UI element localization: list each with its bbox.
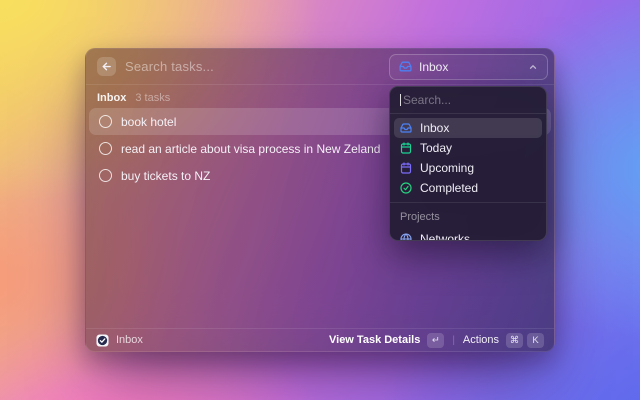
calendar-icon [400,142,412,154]
task-count: 3 tasks [135,92,170,104]
task-checkbox[interactable] [99,115,112,128]
task-search-window: Search tasks... Inbox Inbox 3 tasks book… [85,48,555,352]
task-checkbox[interactable] [99,169,112,182]
actions-menu-action[interactable]: Actions [463,334,499,346]
enter-key-badge: ↵ [427,333,444,348]
task-checkbox[interactable] [99,142,112,155]
projects-list: Networks [390,225,546,241]
current-view-label: Inbox [116,334,143,346]
filter-selected-value: Inbox [419,60,448,74]
filter-dropdown-button[interactable]: Inbox [389,54,548,80]
check-circle-icon [400,182,412,194]
dropdown-item-networks[interactable]: Networks [394,229,542,241]
dropdown-search-input[interactable]: Search... [390,87,546,114]
command-key-badge: ⌘ [506,333,523,348]
text-cursor [400,94,401,106]
inbox-icon [400,122,412,134]
arrow-left-icon [101,61,112,72]
back-button[interactable] [97,57,116,76]
filter-dropdown-panel: Search... Inbox Today [389,86,547,241]
list-title: Inbox [97,92,126,104]
dropdown-item-upcoming[interactable]: Upcoming [394,158,542,178]
app-logo-check-icon [96,334,109,347]
k-key-badge: K [527,333,544,348]
divider: | [452,335,455,346]
calendar-icon [400,162,412,174]
search-bar: Search tasks... Inbox [86,49,554,85]
dropdown-item-completed[interactable]: Completed [394,178,542,198]
view-task-details-action[interactable]: View Task Details [329,334,420,346]
shortcut-keys: ⌘ K [506,333,544,348]
projects-section-label: Projects [390,203,546,225]
chevron-up-icon [528,62,538,72]
search-input[interactable]: Search tasks... [125,59,214,74]
inbox-icon [399,60,412,73]
dropdown-item-today[interactable]: Today [394,138,542,158]
dropdown-item-inbox[interactable]: Inbox [394,118,542,138]
status-bar: Inbox View Task Details ↵ | Actions ⌘ K [86,328,554,351]
globe-icon [400,233,412,241]
dropdown-item-list: Inbox Today Upcoming [390,114,546,202]
